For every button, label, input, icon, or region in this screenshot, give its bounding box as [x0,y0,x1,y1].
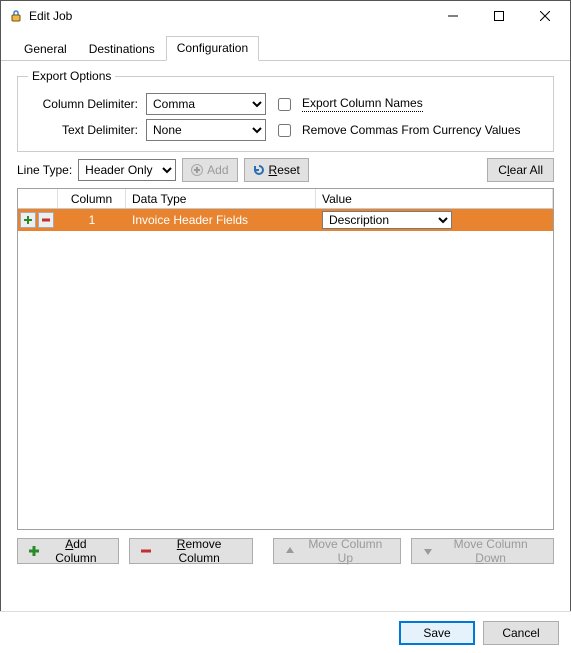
row-remove-button[interactable] [38,212,54,228]
row-value-cell: Description [316,209,553,231]
remove-column-button[interactable]: Remove Column [129,538,254,564]
table-row[interactable]: 1 Invoice Header Fields Description [18,209,553,231]
dialog-footer: Save Cancel [0,611,571,653]
row-icons [18,209,58,231]
text-delimiter-select[interactable]: None [146,119,266,141]
reset-icon [253,164,265,176]
grid-header-datatype[interactable]: Data Type [126,189,316,208]
clear-all-label: Clear All [498,163,543,177]
reset-button[interactable]: Reset [244,158,309,182]
move-up-label: Move Column Up [300,537,390,565]
move-column-up-button[interactable]: Move Column Up [273,538,401,564]
row-data-type: Invoice Header Fields [126,209,316,231]
minimize-button[interactable] [430,1,476,31]
remove-column-label: Remove Column [156,537,243,565]
add-column-button[interactable]: Add Column [17,538,119,564]
grid-header-column[interactable]: Column [58,189,126,208]
row-value-select[interactable]: Description [322,211,452,229]
arrow-up-icon [284,545,296,557]
clear-all-button[interactable]: Clear All [487,158,554,182]
save-button[interactable]: Save [399,621,475,645]
line-type-select[interactable]: Header Only [78,159,176,181]
column-delimiter-select[interactable]: Comma [146,93,266,115]
grid-header-value[interactable]: Value [316,189,553,208]
grid-header: Column Data Type Value [18,189,553,209]
tab-general[interactable]: General [13,37,78,61]
move-down-label: Move Column Down [438,537,543,565]
maximize-button[interactable] [476,1,522,31]
tab-destinations[interactable]: Destinations [78,37,166,61]
columns-grid: Column Data Type Value 1 Invoice Header … [17,188,554,530]
tab-content: Export Options Column Delimiter: Comma E… [1,61,570,564]
title-bar: Edit Job [1,1,570,31]
move-column-down-button[interactable]: Move Column Down [411,538,554,564]
tab-configuration[interactable]: Configuration [166,36,259,61]
line-type-toolbar: Line Type: Header Only Add Reset Clear A… [17,158,554,182]
arrow-down-icon [422,545,434,557]
minus-icon [140,545,152,557]
line-type-label: Line Type: [17,163,72,177]
row-add-button[interactable] [20,212,36,228]
remove-commas-checkbox[interactable] [278,124,291,137]
column-delimiter-label: Column Delimiter: [28,97,138,111]
export-options-legend: Export Options [28,69,115,83]
export-column-names-label: Export Column Names [302,96,423,112]
export-options-group: Export Options Column Delimiter: Comma E… [17,69,554,152]
add-line-button[interactable]: Add [182,158,237,182]
window-title: Edit Job [29,9,430,23]
export-column-names-checkbox[interactable] [278,98,291,111]
cancel-button[interactable]: Cancel [483,621,559,645]
row-column-number: 1 [58,209,126,231]
grid-actions: Add Column Remove Column Move Column Up … [17,538,554,564]
text-delimiter-label: Text Delimiter: [28,123,138,137]
plus-icon [28,545,40,557]
lock-icon [9,9,23,23]
tab-strip: General Destinations Configuration [1,31,570,61]
add-line-label: Add [207,163,228,177]
reset-label: Reset [269,163,300,177]
close-button[interactable] [522,1,568,31]
plus-icon [191,164,203,176]
add-column-label: Add Column [44,537,108,565]
grid-header-icons [18,189,58,208]
remove-commas-label: Remove Commas From Currency Values [302,123,521,137]
